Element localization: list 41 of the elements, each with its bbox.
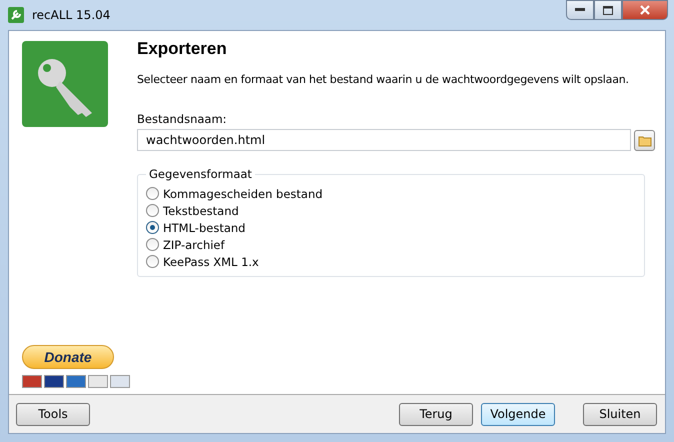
close-icon (640, 5, 650, 15)
browse-button[interactable] (634, 130, 655, 150)
page-heading: Exporteren (137, 39, 228, 59)
card-icon (22, 375, 42, 388)
field-label: Bestandsnaam: (137, 112, 228, 126)
minimize-button[interactable] (566, 0, 594, 20)
maximize-icon (603, 6, 613, 14)
option-label: ZIP-archief (163, 238, 225, 252)
radio-option[interactable]: KeePass XML 1.x (146, 253, 636, 270)
dialog-button[interactable]: Terug (399, 402, 473, 426)
option-label: Tekstbestand (163, 204, 239, 218)
radio-option[interactable]: HTML-bestand (146, 219, 636, 236)
dialog-button[interactable]: Tools (16, 402, 90, 426)
maximize-button[interactable] (594, 0, 622, 20)
radio-button[interactable] (146, 204, 159, 217)
close-button[interactable] (622, 0, 668, 20)
dialog-button[interactable]: Sluiten (583, 402, 657, 426)
card-icon (110, 375, 130, 388)
radio-button[interactable] (146, 255, 159, 268)
folder-icon (638, 134, 652, 146)
wrench-icon (8, 7, 24, 23)
radio-button[interactable] (146, 238, 159, 251)
key-icon (22, 41, 108, 127)
option-label: HTML-bestand (163, 220, 246, 234)
radio-option[interactable]: Tekstbestand (146, 202, 636, 219)
radio-option[interactable]: Kommagescheiden bestand (146, 185, 636, 202)
description-text: Selecteer naam en formaat van het bestand waarin u de wachtwoordgegevens wilt opslaan. (137, 73, 630, 86)
radio-button[interactable] (146, 187, 159, 200)
card-icon (88, 375, 108, 388)
radio-option[interactable]: ZIP-archief (146, 236, 636, 253)
donate-button[interactable]: Donate (22, 345, 114, 369)
dialog-button[interactable]: Volgende (481, 402, 555, 426)
option-label: Kommagescheiden bestand (163, 186, 323, 200)
window-title: recALL 15.04 (32, 8, 110, 22)
card-icon (44, 375, 64, 388)
option-label: KeePass XML 1.x (163, 254, 259, 268)
card-icon (66, 375, 86, 388)
radio-button[interactable] (146, 221, 159, 234)
group-legend: Gegevensformaat (146, 167, 255, 181)
filename-field[interactable]: wachtwoorden.html (137, 129, 631, 151)
minimize-icon (575, 8, 585, 12)
